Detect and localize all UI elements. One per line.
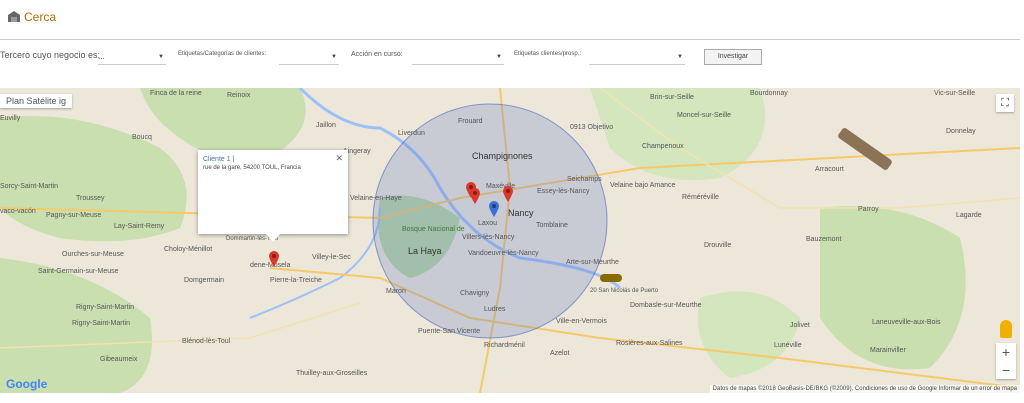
map-label: Ville-en-Vermois <box>556 318 607 325</box>
google-logo: Google <box>6 377 48 391</box>
map-label: Maron <box>386 288 406 295</box>
zoom-out-button[interactable]: − <box>996 361 1016 379</box>
prospect-tags-select[interactable]: ▼ <box>589 52 685 65</box>
map-label: Chavigny <box>460 290 490 297</box>
third-party-value: ... <box>98 52 105 61</box>
map-label: Réméréville <box>682 194 719 201</box>
map-label: Vic-sur-Seille <box>934 90 976 97</box>
search-button[interactable]: Investigar <box>704 49 762 65</box>
map-label: Blénod-lès-Toul <box>182 338 231 345</box>
map-label: Jolivet <box>790 322 810 329</box>
map-label: Richardménil <box>484 342 525 349</box>
map-marker-icon[interactable] <box>269 251 279 267</box>
map-label: Boucq <box>132 134 152 141</box>
map-label: Donnelay <box>946 128 976 135</box>
third-party-select[interactable]: ... ▼ <box>98 52 166 65</box>
tags-select[interactable]: ▼ <box>279 52 339 65</box>
map-label: Liverdun <box>398 130 425 137</box>
map-label: Jaillon <box>316 122 336 129</box>
header: Cerca <box>0 0 1024 40</box>
map-label: Bauzemont <box>806 236 842 243</box>
map-label: Ludres <box>484 306 506 313</box>
map-label: Vandoeuvre-lès-Nancy <box>468 250 539 257</box>
map-label: Rigny-Saint-Martin <box>76 304 134 311</box>
map-center-marker-icon[interactable] <box>489 201 499 217</box>
map-label: Lunéville <box>774 342 802 349</box>
map-label: Choloy-Ménillot <box>164 246 213 253</box>
client-name[interactable]: Cliente 1 | <box>203 156 234 163</box>
map-label: Bosque Nacional de <box>402 226 465 233</box>
map-label: Laneuveville-aux-Bois <box>872 319 941 326</box>
map-label: Bourdonnay <box>750 90 788 97</box>
map-label: Rigny-Saint-Martin <box>72 320 130 327</box>
map-label: Champenoux <box>642 143 684 150</box>
map-label: Gibeaumeix <box>100 356 138 363</box>
prospect-tags-label: Etiquetas clientes/prosp.: <box>514 51 582 57</box>
street-view-pegman-icon[interactable] <box>1000 320 1012 338</box>
map-label: Nancy <box>508 208 534 218</box>
divider <box>0 39 1020 40</box>
map-label: Saint-Germain-sur-Meuse <box>38 268 119 275</box>
map-label: Puente-San Vicente <box>418 328 481 335</box>
map-label: Finca de la reine <box>150 90 202 97</box>
fullscreen-icon[interactable]: ⛶ <box>996 94 1014 112</box>
map-label: Champignones <box>472 151 533 161</box>
zoom-control: + − <box>996 343 1016 379</box>
map-label: Arracourt <box>815 166 844 173</box>
map-label: Seichamps <box>567 176 602 183</box>
map-label: Azelot <box>550 350 570 357</box>
map-label: Euvilly <box>0 115 21 122</box>
action-select[interactable]: ▼ <box>412 52 504 65</box>
map-label: Velaine-en-Haye <box>350 195 402 202</box>
map-label: Villey-le-Sec <box>312 254 351 261</box>
map-label: Domgermain <box>184 277 225 284</box>
map-label: Dombasle-sur-Meurthe <box>630 302 702 309</box>
map-label: Thuilley-aux-Groseilles <box>296 370 368 377</box>
action-label: Acción en curso: <box>351 51 403 58</box>
map-label: Marainviller <box>870 347 906 354</box>
page-title: Cerca <box>24 10 57 24</box>
filter-bar: Tercero cuyo negocio es: ... ▼ Etiquetas… <box>0 44 1024 74</box>
zoom-in-button[interactable]: + <box>996 343 1016 361</box>
map-label: Pierre-la-Treiche <box>270 277 322 284</box>
map-label: 0913 Objetivo <box>570 124 614 131</box>
map-credits[interactable]: Datos de mapas ©2018 GeoBasis-DE/BKG (©2… <box>709 385 1020 393</box>
map-label: Lagarde <box>956 212 982 219</box>
map[interactable]: Plan Satélite ig ⛶ + − Google Datos de m… <box>0 88 1020 393</box>
map-label: Ourches-sur-Meuse <box>62 251 124 258</box>
chevron-down-icon: ▼ <box>496 54 502 60</box>
map-label: Villers-lès-Nancy <box>462 234 515 241</box>
map-label: Drouville <box>704 242 732 249</box>
map-marker-icon[interactable] <box>503 186 513 202</box>
map-label: vaco-vacón <box>0 208 36 215</box>
map-label: Rosières-aux-Salines <box>616 340 683 347</box>
map-label: La Haya <box>408 246 442 256</box>
map-label: Tomblaine <box>536 222 568 229</box>
map-label: Parroy <box>858 206 879 213</box>
chevron-down-icon: ▼ <box>331 54 337 60</box>
map-label: Sorcy-Saint-Martin <box>0 183 58 190</box>
map-label: 20 San Nicolás de Puerto <box>590 288 659 294</box>
info-window: Cliente 1 | rue de la gare, 54200 TOUL, … <box>198 150 348 242</box>
client-address: rue de la gare, 54200 TOUL, Francia <box>203 165 301 171</box>
map-label: Moncel-sur-Seille <box>677 112 732 119</box>
third-party-label: Tercero cuyo negocio es: <box>0 50 101 60</box>
map-label: Pagny-sur-Meuse <box>46 212 102 219</box>
map-label: Brin-sur-Seille <box>650 94 694 101</box>
globe-icon <box>8 11 20 22</box>
map-label: Reinoix <box>227 92 251 99</box>
chevron-down-icon: ▼ <box>158 54 164 60</box>
chevron-down-icon: ▼ <box>677 54 683 60</box>
map-label: Velaine bajo Amance <box>610 182 676 189</box>
map-marker-icon[interactable] <box>470 188 480 204</box>
map-label: Laxou <box>478 220 498 227</box>
tags-label: Etiquetas/Categorías de clientes: <box>178 51 267 57</box>
close-icon[interactable]: ✕ <box>335 153 343 164</box>
map-label: Essey-lès-Nancy <box>537 188 590 195</box>
map-label: Lay-Saint-Remy <box>114 223 165 230</box>
map-type-toggle[interactable]: Plan Satélite ig <box>0 94 73 108</box>
map-label: Troussey <box>76 195 105 202</box>
map-label: Frouard <box>458 118 483 125</box>
map-label: Arte-sur-Meurthe <box>566 259 619 266</box>
